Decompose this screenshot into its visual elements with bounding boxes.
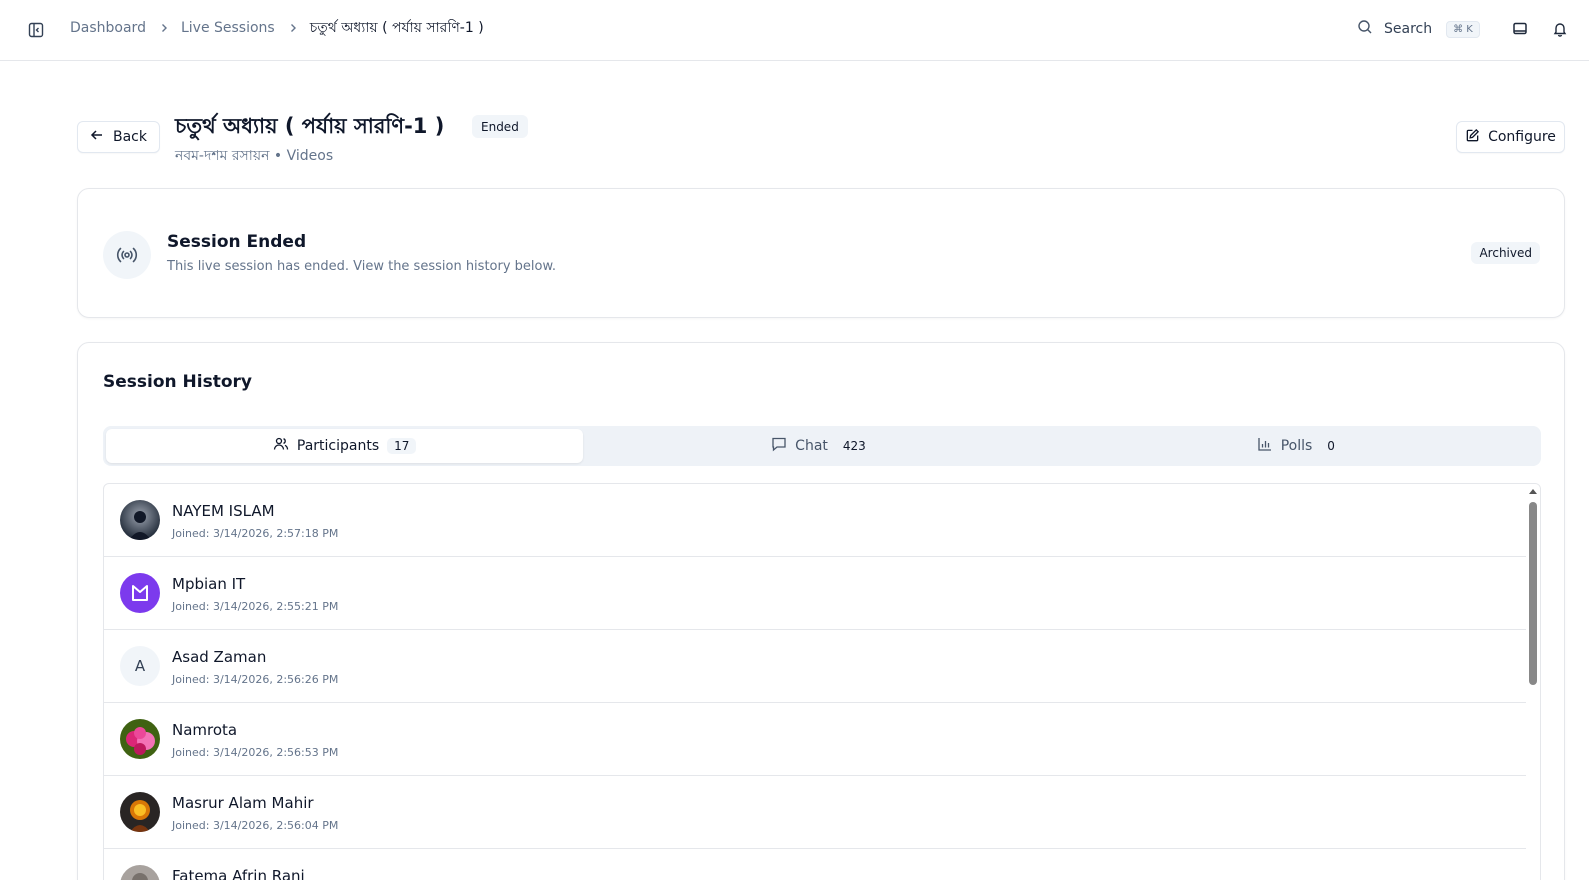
scroll-up-icon[interactable]	[1529, 489, 1537, 494]
participant-joined: Joined: 3/14/2026, 2:57:18 PM	[172, 527, 339, 540]
tab-participants[interactable]: Participants 17	[106, 429, 584, 463]
participant-row[interactable]: A Asad Zaman Joined: 3/14/2026, 2:56:26 …	[104, 630, 1528, 703]
session-history-card: Session History Participants 17 Chat 423…	[77, 342, 1565, 880]
configure-button[interactable]: Configure	[1456, 121, 1565, 153]
participant-row[interactable]: Mpbian IT Joined: 3/14/2026, 2:55:21 PM	[104, 557, 1528, 630]
archived-badge: Archived	[1471, 242, 1540, 264]
participant-row[interactable]: Masrur Alam Mahir Joined: 3/14/2026, 2:5…	[104, 776, 1528, 849]
back-button[interactable]: Back	[77, 121, 160, 153]
participant-joined: Joined: 3/14/2026, 2:56:53 PM	[172, 746, 339, 759]
avatar	[120, 865, 160, 880]
arrow-left-icon	[90, 128, 104, 146]
tab-participants-count: 17	[387, 438, 417, 454]
avatar	[120, 500, 160, 540]
avatar: A	[120, 646, 160, 686]
session-history-title: Session History	[103, 372, 252, 392]
search-label: Search	[1384, 21, 1433, 37]
edit-icon	[1465, 128, 1480, 147]
tab-polls-label: Polls	[1280, 438, 1313, 454]
top-bar: Dashboard Live Sessions চতুর্থ অধ্যায় (…	[0, 0, 1589, 61]
participant-joined: Joined: 3/14/2026, 2:55:21 PM	[172, 600, 339, 613]
search-button[interactable]: Search ⌘ K	[1357, 17, 1480, 41]
chat-icon	[771, 436, 787, 456]
participant-row[interactable]: NAYEM ISLAM Joined: 3/14/2026, 2:57:18 P…	[104, 484, 1528, 557]
inbox-icon[interactable]	[1510, 19, 1530, 39]
tab-polls[interactable]: Polls 0	[1061, 429, 1538, 463]
status-badge: Ended	[472, 115, 528, 138]
session-ended-card: Session Ended This live session has ende…	[77, 188, 1565, 318]
avatar	[120, 719, 160, 759]
broadcast-icon	[103, 231, 151, 279]
tab-chat-label: Chat	[795, 438, 828, 454]
participant-row[interactable]: Fatema Afrin Rani	[104, 849, 1528, 880]
participants-list[interactable]: NAYEM ISLAM Joined: 3/14/2026, 2:57:18 P…	[103, 483, 1541, 880]
bar-chart-icon	[1257, 436, 1273, 456]
breadcrumb-current: চতুর্থ অধ্যায় ( পর্যায় সারণি-1 )	[309, 20, 484, 36]
history-tabs: Participants 17 Chat 423 Polls 0	[103, 426, 1541, 466]
participant-name: Namrota	[172, 721, 238, 739]
search-icon	[1357, 19, 1373, 39]
tab-polls-count: 0	[1327, 439, 1335, 453]
participant-name: Asad Zaman	[172, 648, 267, 666]
participant-row[interactable]: Namrota Joined: 3/14/2026, 2:56:53 PM	[104, 703, 1528, 776]
participant-joined: Joined: 3/14/2026, 2:56:26 PM	[172, 673, 339, 686]
page-subtitle: নবম-দশম রসায়ন • Videos	[175, 148, 334, 164]
participant-name: NAYEM ISLAM	[172, 502, 275, 520]
list-scrollbar[interactable]	[1526, 484, 1540, 880]
session-ended-description: This live session has ended. View the se…	[167, 259, 557, 274]
participant-name: Mpbian IT	[172, 575, 246, 593]
breadcrumb-dashboard[interactable]: Dashboard	[70, 20, 146, 36]
sidebar-toggle-icon[interactable]	[26, 20, 46, 40]
avatar	[120, 573, 160, 613]
chevron-right-icon	[158, 22, 170, 34]
back-label: Back	[113, 129, 147, 145]
participant-joined: Joined: 3/14/2026, 2:56:04 PM	[172, 819, 339, 832]
tab-participants-label: Participants	[296, 438, 380, 454]
tab-chat-count: 423	[842, 439, 866, 453]
participant-name: Fatema Afrin Rani	[172, 867, 305, 880]
search-shortcut: ⌘ K	[1446, 20, 1480, 38]
configure-label: Configure	[1488, 129, 1556, 145]
avatar	[120, 792, 160, 832]
participant-name: Masrur Alam Mahir	[172, 794, 314, 812]
breadcrumb: Dashboard Live Sessions চতুর্থ অধ্যায় (…	[70, 0, 484, 56]
tab-chat[interactable]: Chat 423	[583, 429, 1060, 463]
session-ended-title: Session Ended	[167, 232, 307, 252]
users-icon	[273, 436, 289, 456]
scrollbar-thumb[interactable]	[1529, 502, 1537, 685]
breadcrumb-live-sessions[interactable]: Live Sessions	[181, 20, 275, 36]
chevron-right-icon	[287, 22, 299, 34]
page-title: চতুর্থ অধ্যায় ( পর্যায় সারণি-1 )	[175, 114, 445, 138]
bell-icon[interactable]	[1550, 19, 1570, 39]
